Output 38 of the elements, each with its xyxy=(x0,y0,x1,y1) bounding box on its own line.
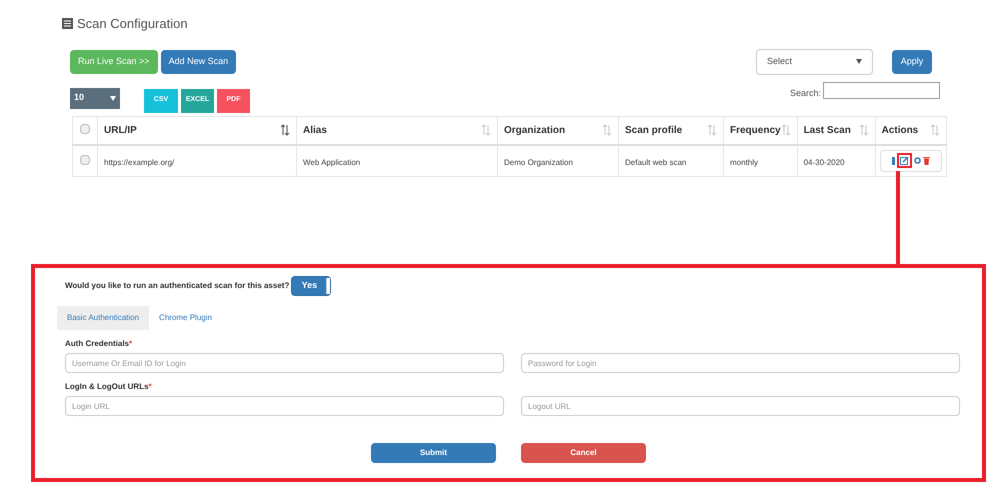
form-button[interactable]: Submit xyxy=(371,443,496,463)
input-field[interactable]: Username Or Email ID for Login xyxy=(65,353,504,373)
apply-button[interactable]: Apply xyxy=(892,50,932,74)
caret-icon xyxy=(110,96,116,100)
caret-icon xyxy=(856,59,862,64)
input-field[interactable]: Logout URL xyxy=(521,396,960,416)
question-text: Would you like to run an authenticated scan for this asset? xyxy=(65,280,290,292)
table-cell: Web Application xyxy=(303,158,360,167)
table-cell: monthly xyxy=(730,158,758,167)
tab[interactable]: Chrome Plugin xyxy=(149,306,222,330)
toggle-switch[interactable]: Yes xyxy=(291,276,332,296)
page-title: Scan Configuration xyxy=(77,15,188,33)
form-button[interactable]: Cancel xyxy=(521,443,646,463)
list-icon xyxy=(62,18,73,30)
input-field[interactable]: Login URL xyxy=(65,396,504,416)
tab[interactable]: Basic Authentication xyxy=(57,306,150,330)
toolbar-button[interactable]: Run Live Scan >> xyxy=(70,50,158,74)
gear-icon[interactable] xyxy=(914,157,921,164)
table-cell: Demo Organization xyxy=(504,158,573,167)
column-header[interactable]: URL/IP xyxy=(104,122,137,138)
toolbar-button[interactable]: Add New Scan xyxy=(160,50,236,74)
table-cell: https://example.org/ xyxy=(104,158,174,167)
field-label: LogIn & LogOut URLs* xyxy=(65,381,153,393)
table-cell: 04-30-2020 xyxy=(804,158,844,167)
bulk-select[interactable]: Select xyxy=(756,48,873,74)
search-field[interactable] xyxy=(823,82,940,98)
page-size-select[interactable]: 10 xyxy=(70,88,120,108)
search-label: Search: xyxy=(790,86,821,100)
edit-icon[interactable] xyxy=(900,156,909,166)
input-field[interactable]: Password for Login xyxy=(521,353,960,373)
checkbox[interactable] xyxy=(80,154,90,165)
trash-icon[interactable] xyxy=(922,156,930,166)
table-cell: Default web scan xyxy=(625,158,686,167)
sort-icon[interactable] xyxy=(280,124,290,136)
field-label: Auth Credentials* xyxy=(65,338,134,350)
info-icon[interactable] xyxy=(892,156,895,165)
checkbox[interactable] xyxy=(80,124,90,134)
column-header[interactable]: Alias xyxy=(303,122,327,138)
